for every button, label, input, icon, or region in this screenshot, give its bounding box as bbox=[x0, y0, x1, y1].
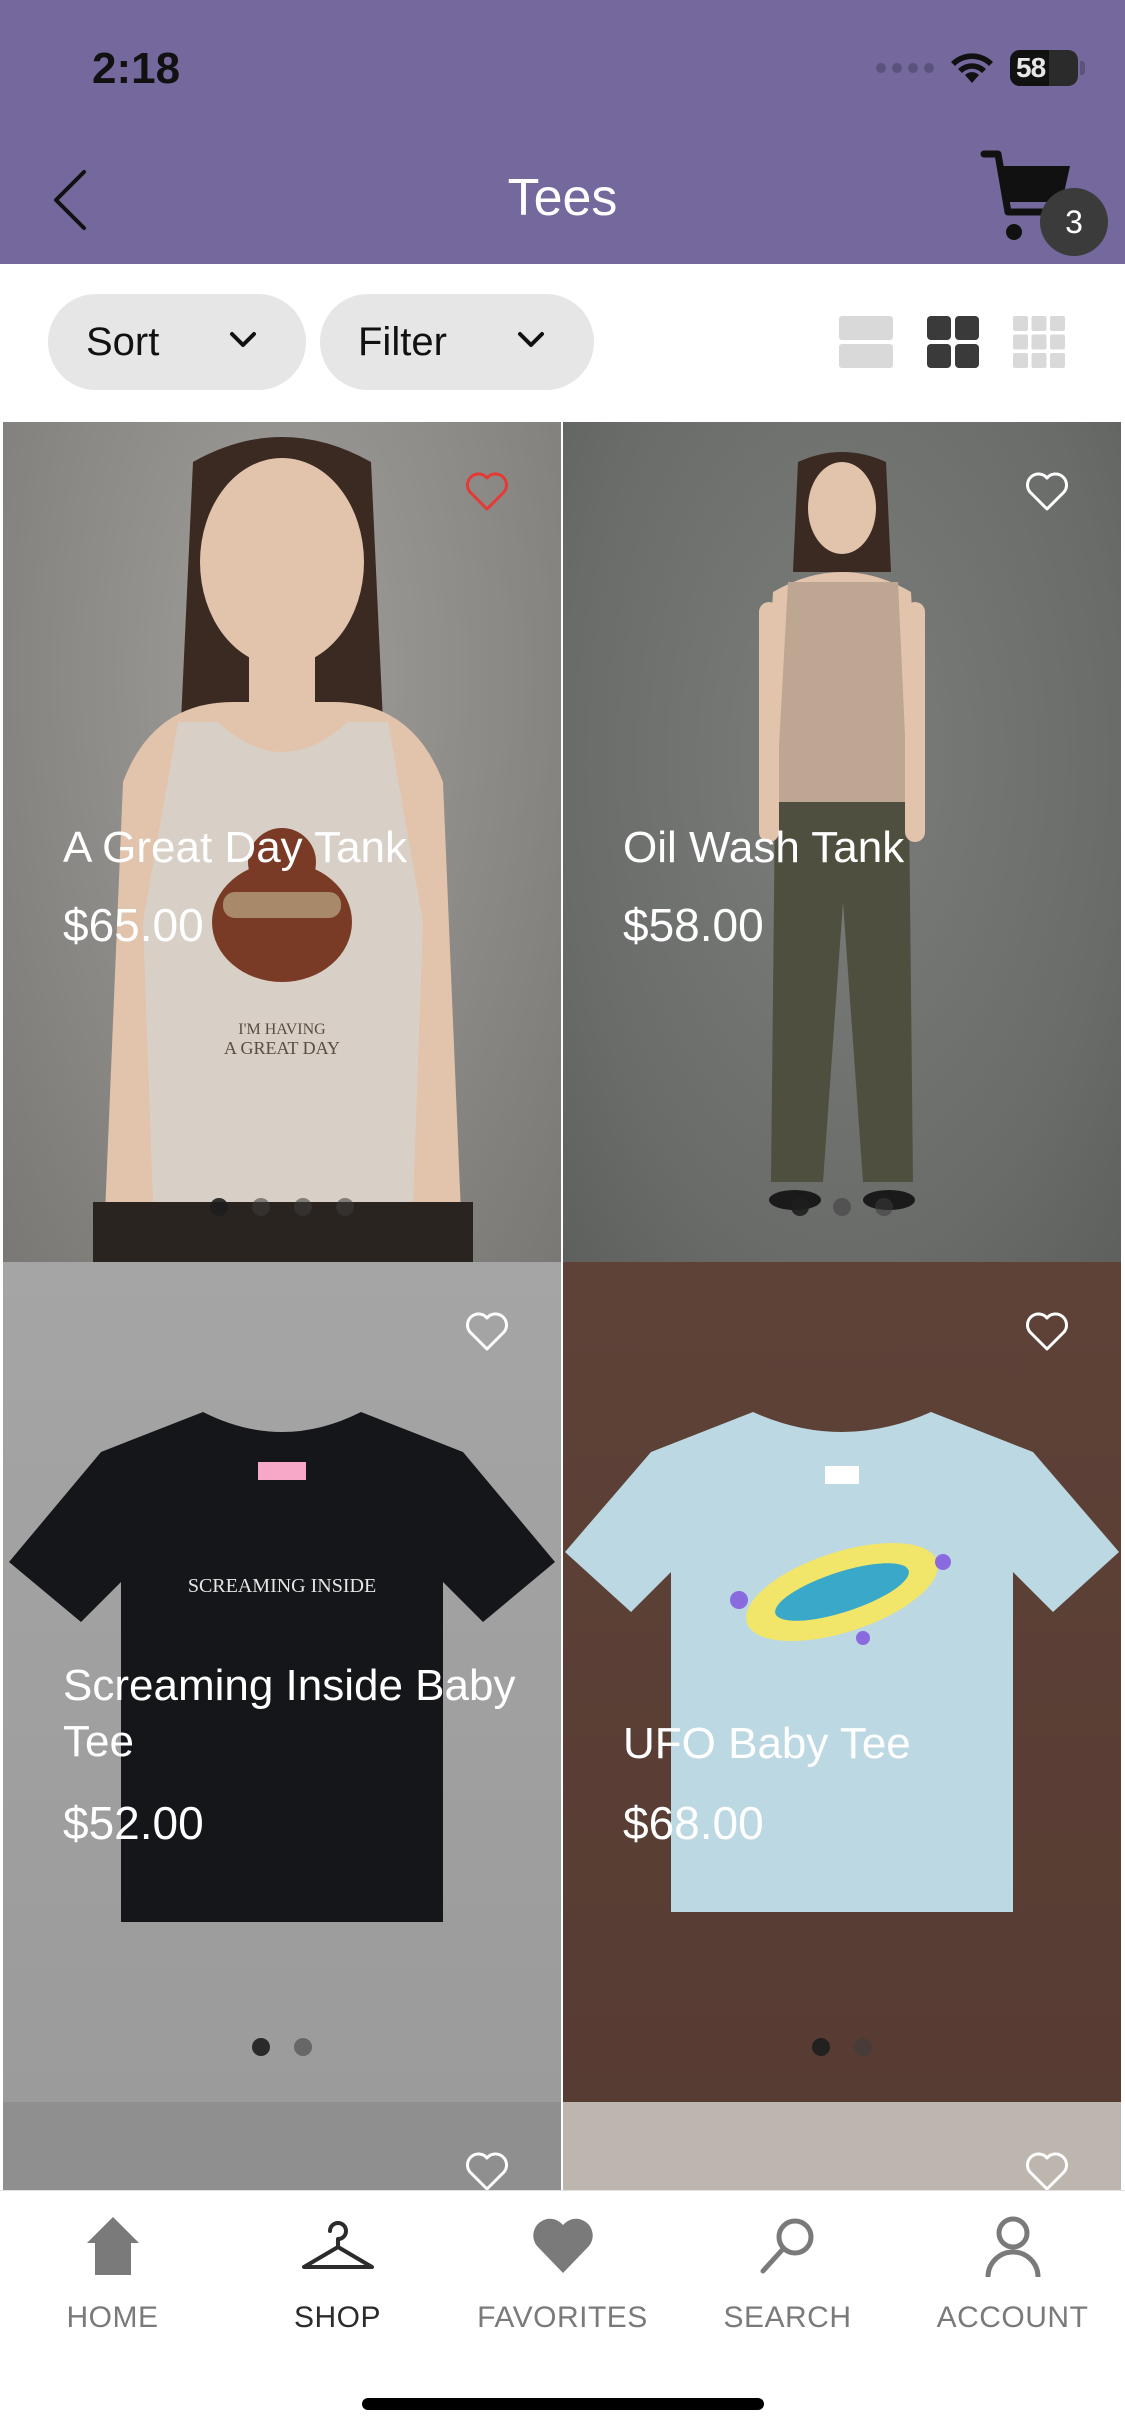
product-image bbox=[563, 1262, 1121, 2102]
sort-filter-toolbar: Sort Filter bbox=[0, 264, 1125, 422]
tab-home[interactable]: HOME bbox=[0, 2213, 225, 2335]
product-price: $65.00 bbox=[63, 899, 204, 951]
product-price: $68.00 bbox=[623, 1797, 764, 1849]
app-header: 2:18 58 Tees 3 bbox=[0, 0, 1125, 264]
product-name: A Great Day Tank bbox=[63, 823, 408, 872]
tab-label: ACCOUNT bbox=[936, 2301, 1089, 2334]
tab-label: HOME bbox=[66, 2301, 159, 2334]
product-price: $58.00 bbox=[623, 899, 764, 951]
favorite-heart-icon[interactable] bbox=[1025, 1312, 1069, 1352]
favorite-heart-icon[interactable] bbox=[465, 472, 509, 512]
product-name: Screaming Inside Baby Tee bbox=[63, 1661, 516, 1766]
favorite-heart-icon[interactable] bbox=[1025, 2152, 1069, 2192]
image-carousel-dots bbox=[3, 1198, 561, 1216]
cart-count-badge: 3 bbox=[1040, 188, 1108, 256]
search-icon bbox=[760, 2218, 813, 2274]
favorite-heart-icon[interactable] bbox=[465, 1312, 509, 1352]
product-card[interactable] bbox=[563, 2102, 1121, 2192]
svg-text:I'M HAVING: I'M HAVING bbox=[238, 1021, 326, 1038]
tab-account[interactable]: ACCOUNT bbox=[900, 2213, 1125, 2335]
page-title: Tees bbox=[507, 169, 618, 227]
tab-shop[interactable]: SHOP bbox=[225, 2213, 450, 2335]
hanger-icon bbox=[301, 2221, 374, 2269]
chevron-down-icon bbox=[518, 332, 544, 347]
tab-search[interactable]: SEARCH bbox=[675, 2213, 900, 2335]
product-price: $52.00 bbox=[63, 1797, 204, 1849]
image-carousel-dots bbox=[563, 1198, 1121, 1216]
tab-label: FAVORITES bbox=[477, 2301, 648, 2334]
shirt-print-text: SCREAMING INSIDE bbox=[188, 1575, 376, 1597]
battery-level: 58 bbox=[1016, 52, 1046, 83]
product-grid: I'M HAVING A GREAT DAY A Great Day Tank … bbox=[3, 422, 1123, 2192]
home-icon bbox=[86, 2217, 139, 2275]
wifi-icon bbox=[951, 53, 993, 83]
favorite-heart-icon[interactable] bbox=[1025, 472, 1069, 512]
product-card[interactable] bbox=[3, 2102, 561, 2192]
product-name: Oil Wash Tank bbox=[623, 823, 905, 872]
chevron-down-icon bbox=[230, 332, 256, 347]
tab-label: SHOP bbox=[293, 2301, 382, 2334]
home-indicator bbox=[362, 2398, 764, 2410]
product-name: UFO Baby Tee bbox=[623, 1719, 911, 1768]
tab-label: SEARCH bbox=[723, 2301, 852, 2334]
ufo-tee-illustration bbox=[565, 1412, 1119, 1912]
single-column-view-icon[interactable] bbox=[839, 316, 893, 368]
filter-button[interactable]: Filter bbox=[320, 294, 594, 390]
status-time: 2:18 bbox=[92, 44, 181, 93]
battery-icon: 58 bbox=[1010, 50, 1085, 86]
tab-favorites[interactable]: FAVORITES bbox=[450, 2213, 675, 2335]
heart-icon bbox=[532, 2218, 593, 2273]
product-card[interactable]: Oil Wash Tank $58.00 bbox=[563, 422, 1121, 1262]
status-indicators: 58 bbox=[876, 48, 1085, 88]
product-card[interactable]: I'M HAVING A GREAT DAY A Great Day Tank … bbox=[3, 422, 561, 1262]
image-carousel-dots bbox=[3, 2038, 561, 2056]
two-column-grid-icon[interactable] bbox=[927, 316, 979, 368]
svg-text:A GREAT DAY: A GREAT DAY bbox=[224, 1038, 340, 1058]
favorite-heart-icon[interactable] bbox=[465, 2152, 509, 2192]
sort-button[interactable]: Sort bbox=[48, 294, 306, 390]
cellular-signal-icon bbox=[876, 63, 934, 73]
sort-label: Sort bbox=[86, 319, 160, 364]
product-card[interactable]: UFO Baby Tee $68.00 bbox=[563, 1262, 1121, 2102]
product-card[interactable]: SCREAMING INSIDE Screaming Inside Baby T… bbox=[3, 1262, 561, 2102]
three-column-grid-icon[interactable] bbox=[1013, 316, 1065, 368]
filter-label: Filter bbox=[358, 319, 447, 364]
view-mode-switcher bbox=[839, 316, 1065, 368]
person-icon bbox=[985, 2216, 1040, 2278]
image-carousel-dots bbox=[563, 2038, 1121, 2056]
